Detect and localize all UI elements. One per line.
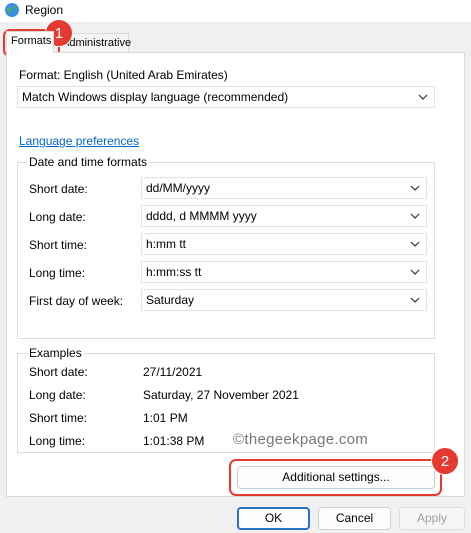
short-date-dropdown[interactable]: dd/MM/yyyy [141, 177, 427, 199]
tab-formats-label: Formats [11, 35, 52, 47]
example-long-time-label: Long time: [29, 434, 86, 448]
format-dropdown-value: Match Windows display language (recommen… [22, 90, 289, 104]
first-day-of-week-label: First day of week: [29, 294, 124, 308]
format-dropdown[interactable]: Match Windows display language (recommen… [17, 86, 435, 108]
annotation-badge-2: 2 [431, 447, 459, 475]
long-date-label: Long date: [29, 210, 86, 224]
example-short-date-label: Short date: [29, 365, 88, 379]
short-time-value: h:mm tt [146, 237, 187, 251]
long-time-label: Long time: [29, 266, 86, 280]
long-time-dropdown[interactable]: h:mm:ss tt [141, 261, 427, 283]
ok-button[interactable]: OK [237, 507, 310, 530]
chevron-down-icon [410, 241, 420, 247]
chevron-down-icon [410, 297, 420, 303]
language-preferences-link[interactable]: Language preferences [19, 134, 139, 148]
example-long-date-value: Saturday, 27 November 2021 [143, 388, 299, 402]
example-long-date-label: Long date: [29, 388, 86, 402]
short-time-dropdown[interactable]: h:mm tt [141, 233, 427, 255]
example-short-time-label: Short time: [29, 411, 88, 425]
additional-settings-highlight-box [229, 459, 442, 496]
format-label: Format: English (United Arab Emirates) [19, 68, 228, 82]
long-date-value: dddd, d MMMM yyyy [146, 209, 257, 223]
long-time-value: h:mm:ss tt [146, 265, 202, 279]
example-short-time-value: 1:01 PM [143, 411, 188, 425]
first-day-of-week-value: Saturday [146, 293, 195, 307]
example-long-time-value: 1:01:38 PM [143, 434, 205, 448]
examples-title: Examples [27, 346, 84, 360]
cancel-button[interactable]: Cancel [318, 507, 391, 530]
long-date-dropdown[interactable]: dddd, d MMMM yyyy [141, 205, 427, 227]
example-short-date-value: 27/11/2021 [143, 365, 203, 379]
chevron-down-icon [418, 94, 428, 100]
window-title: Region [25, 3, 64, 17]
short-time-label: Short time: [29, 238, 88, 252]
chevron-down-icon [410, 213, 420, 219]
globe-icon [5, 3, 19, 17]
title-bar [0, 0, 471, 22]
apply-button[interactable]: Apply [399, 507, 465, 530]
watermark: ©thegeekpage.com [233, 431, 369, 448]
date-time-formats-title: Date and time formats [27, 155, 150, 169]
short-date-value: dd/MM/yyyy [146, 181, 211, 195]
short-date-label: Short date: [29, 182, 88, 196]
chevron-down-icon [410, 269, 420, 275]
tab-formats[interactable]: Formats [6, 31, 54, 53]
chevron-down-icon [410, 185, 420, 191]
first-day-of-week-dropdown[interactable]: Saturday [141, 289, 427, 311]
